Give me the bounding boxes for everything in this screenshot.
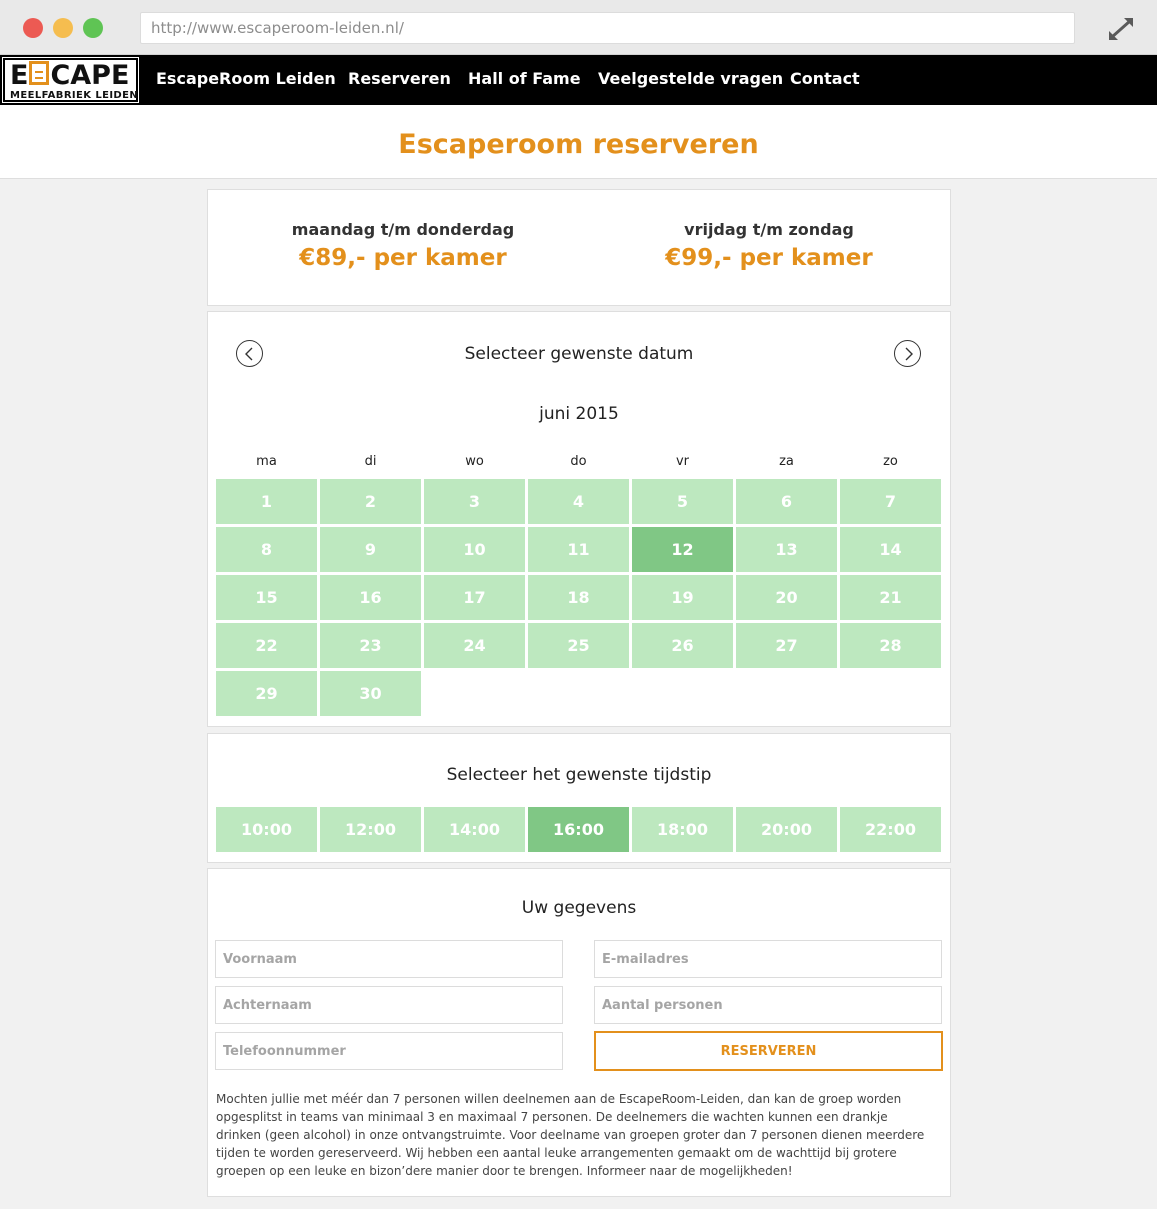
calendar-day[interactable]: 23	[320, 623, 421, 668]
fullscreen-icon[interactable]	[1106, 15, 1136, 43]
persons-input[interactable]	[594, 986, 942, 1024]
weekend-price: €99,- per kamer	[665, 245, 873, 271]
time-slot[interactable]: 10:00	[216, 807, 317, 852]
logo-wordmark: E CAPE	[10, 60, 130, 91]
calendar-day[interactable]: 2	[320, 479, 421, 524]
nav-reserveren[interactable]: Reserveren	[348, 69, 451, 88]
calendar-day[interactable]: 11	[528, 527, 629, 572]
page-title: Escaperoom reserveren	[398, 129, 759, 160]
address-bar[interactable]: http://www.escaperoom-leiden.nl/	[140, 12, 1075, 44]
nav-escaperoom-leiden[interactable]: EscapeRoom Leiden	[156, 69, 336, 88]
calendar-panel: Selecteer gewenste datum juni 2015 ma di w…	[207, 311, 951, 727]
calendar-day[interactable]: 21	[840, 575, 941, 620]
calendar-day[interactable]: 18	[528, 575, 629, 620]
site-logo[interactable]: E CAPE MEELFABRIEK LEIDEN	[2, 57, 139, 103]
close-window-button[interactable]	[23, 18, 43, 38]
form-title: Uw gegevens	[521, 898, 637, 918]
calendar-day[interactable]: 14	[840, 527, 941, 572]
time-slot[interactable]: 22:00	[840, 807, 941, 852]
weekday-label: vr	[675, 454, 690, 469]
time-slot[interactable]: 14:00	[424, 807, 525, 852]
calendar-day[interactable]: 7	[840, 479, 941, 524]
calendar-day[interactable]: 29	[216, 671, 317, 716]
next-month-button[interactable]	[894, 340, 921, 367]
weekday-label: ma	[256, 454, 277, 469]
weekday-price-label: maandag t/m donderdag	[291, 220, 515, 239]
calendar-day[interactable]: 1	[216, 479, 317, 524]
calendar-day[interactable]: 8	[216, 527, 317, 572]
weekday-label: za	[779, 454, 794, 469]
time-title: Selecteer het gewenste tijdstip	[446, 765, 712, 785]
reserve-button[interactable]: RESERVEREN	[594, 1031, 943, 1071]
time-panel: Selecteer het gewenste tijdstip 10:00 12:…	[207, 733, 951, 863]
chevron-right-icon	[905, 347, 913, 361]
time-slot[interactable]: 20:00	[736, 807, 837, 852]
calendar-day[interactable]: 4	[528, 479, 629, 524]
details-form-panel: Uw gegevens RESERVEREN Mochten jullie me…	[207, 868, 951, 1197]
calendar-day[interactable]: 22	[216, 623, 317, 668]
calendar-day[interactable]: 30	[320, 671, 421, 716]
weekend-price-label: vrijdag t/m zondag	[684, 220, 854, 239]
calendar-day[interactable]: 15	[216, 575, 317, 620]
calendar-day[interactable]: 28	[840, 623, 941, 668]
browser-chrome: http://www.escaperoom-leiden.nl/	[0, 0, 1157, 55]
first-name-input[interactable]	[215, 940, 563, 978]
time-slot[interactable]: 18:00	[632, 807, 733, 852]
weekday-label: di	[364, 454, 377, 469]
weekday-price: €89,- per kamer	[299, 245, 507, 271]
weekday-label: zo	[883, 454, 898, 469]
calendar-day[interactable]: 9	[320, 527, 421, 572]
calendar-day[interactable]: 27	[736, 623, 837, 668]
calendar-day[interactable]: 16	[320, 575, 421, 620]
maximize-window-button[interactable]	[83, 18, 103, 38]
group-info-text: Mochten jullie met méér dan 7 personen w…	[216, 1092, 925, 1178]
nav-veelgestelde-vragen[interactable]: Veelgestelde vragen	[598, 69, 783, 88]
page-header: Escaperoom reserveren	[0, 105, 1157, 179]
calendar-day-selected[interactable]: 12	[632, 527, 733, 572]
main-navigation: E CAPE MEELFABRIEK LEIDEN EscapeRoom Leid…	[0, 55, 1157, 105]
nav-contact[interactable]: Contact	[790, 69, 860, 88]
pricing-panel: maandag t/m donderdag €89,- per kamer vr…	[207, 189, 951, 306]
calendar-day[interactable]: 5	[632, 479, 733, 524]
calendar-month: juni 2015	[539, 404, 619, 424]
logo-subtitle: MEELFABRIEK LEIDEN	[10, 90, 139, 101]
email-input[interactable]	[594, 940, 942, 978]
calendar-day[interactable]: 3	[424, 479, 525, 524]
last-name-input[interactable]	[215, 986, 563, 1024]
calendar-day[interactable]: 20	[736, 575, 837, 620]
calendar-day[interactable]: 19	[632, 575, 733, 620]
weekday-label: wo	[465, 454, 484, 469]
time-slot[interactable]: 12:00	[320, 807, 421, 852]
calendar-day[interactable]: 26	[632, 623, 733, 668]
calendar-day[interactable]: 13	[736, 527, 837, 572]
phone-input[interactable]	[215, 1032, 563, 1070]
nav-hall-of-fame[interactable]: Hall of Fame	[468, 69, 581, 88]
calendar-day[interactable]: 6	[736, 479, 837, 524]
calendar-day[interactable]: 17	[424, 575, 525, 620]
minimize-window-button[interactable]	[53, 18, 73, 38]
calendar-title: Selecteer gewenste datum	[464, 344, 694, 364]
calendar-day[interactable]: 25	[528, 623, 629, 668]
weekday-label: do	[570, 454, 587, 469]
logo-s-icon	[29, 61, 50, 85]
time-slot-selected[interactable]: 16:00	[528, 807, 629, 852]
calendar-day[interactable]: 10	[424, 527, 525, 572]
calendar-day[interactable]: 24	[424, 623, 525, 668]
